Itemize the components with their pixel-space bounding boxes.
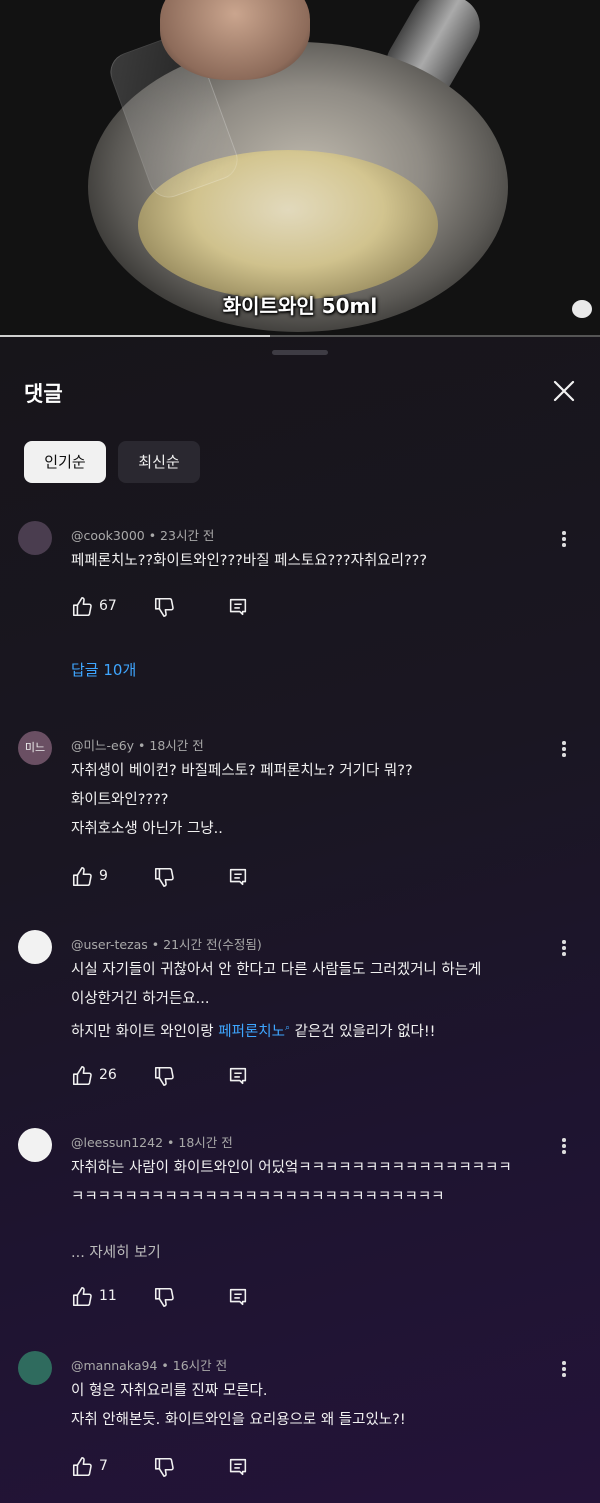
comment-time: 23시간 전 [160,528,215,543]
comment-line: 이 형은 자취요리를 진짜 모른다. [71,1383,268,1399]
video-caption: 화이트와인 50ml [222,294,378,318]
comment-author[interactable]: @mannaka94 [71,1358,157,1373]
comment-time: 18시간 전 [149,738,204,753]
avatar[interactable] [18,930,52,964]
like-count: 11 [99,1288,117,1304]
comment-meta: @cook3000 • 23시간 전 [71,528,215,543]
thumbs-down-icon[interactable] [153,1456,175,1478]
comment-meta: @mannaka94 • 16시간 전 [71,1358,228,1373]
comment-actions: 7 [71,1456,271,1480]
comment-author[interactable]: @미느-e6y [71,738,134,753]
comment-time: 16시간 전 [172,1358,228,1373]
thumbs-up-icon[interactable] [71,1065,93,1087]
comment-author[interactable]: @user-tezas [71,937,148,952]
comment-line: 이상한거긴 하거든요... [71,991,210,1007]
more-vert-icon[interactable] [556,1359,572,1379]
comment-time: 21시간 전(수정됨) [163,937,262,952]
read-more-link[interactable]: ... 자세히 보기 [71,1241,161,1262]
more-vert-icon[interactable] [556,938,572,958]
avatar[interactable]: 미느 [18,731,52,765]
avatar[interactable] [18,1128,52,1162]
comment-author[interactable]: @leessun1242 [71,1135,163,1150]
comment-text: 같은건 있을리가 없다!! [289,1023,436,1040]
comment-author[interactable]: @cook3000 [71,528,145,543]
thumbs-down-icon[interactable] [153,866,175,888]
sheet-drag-handle[interactable] [272,350,328,355]
comments-title: 댓글 [24,382,63,406]
more-vert-icon[interactable] [556,739,572,759]
reply-icon[interactable] [227,596,249,618]
comment-line: 자취호소생 아닌가 그냥.. [71,821,223,837]
search-link[interactable]: 페퍼론치노 [218,1024,285,1040]
thumbs-down-icon[interactable] [153,1065,175,1087]
comment-line: 자취생이 베이컨? 바질페스토? 페퍼론치노? 거기다 뭐?? [71,763,413,779]
close-icon[interactable] [550,377,578,405]
like-count: 67 [99,598,117,614]
reply-icon[interactable] [227,1286,249,1308]
more-vert-icon[interactable] [556,529,572,549]
comments-sheet: 댓글 인기순 최신순 @cook3000 • 23시간 전 페페론치노??화이트… [0,337,600,1503]
comment-line: 화이트와인???? [71,792,169,808]
reply-icon[interactable] [227,1065,249,1087]
reply-icon[interactable] [227,866,249,888]
comment-line: 자취 안해본듯. 화이트와인을 요리용으로 왜 들고있노?! [71,1412,406,1428]
thumbs-down-icon[interactable] [153,1286,175,1308]
thumbs-up-icon[interactable] [71,1456,93,1478]
comment-line: 시실 자기들이 귀찮아서 안 한다고 다른 사람들도 그러겠거니 하는게 [71,962,482,978]
sort-chip-newest[interactable]: 최신순 [118,441,200,483]
comment-line: ㅋㅋㅋㅋㅋㅋㅋㅋㅋㅋㅋㅋㅋㅋㅋㅋㅋㅋㅋㅋㅋㅋㅋㅋㅋㅋㅋㅋ [71,1189,445,1205]
avatar[interactable] [18,521,52,555]
comment-line: 자취하는 사람이 화이트와인이 어딨엌ㅋㅋㅋㅋㅋㅋㅋㅋㅋㅋㅋㅋㅋㅋㅋㅋ [71,1160,512,1176]
like-count: 7 [99,1458,108,1474]
video-player[interactable]: 화이트와인 50ml [0,0,600,337]
comment-text: 하지만 화이트 와인이랑 [71,1023,219,1040]
view-replies-link[interactable]: 답글 10개 [71,659,136,680]
thumbs-up-icon[interactable] [71,596,93,618]
like-count: 26 [99,1067,117,1083]
thumbs-up-icon[interactable] [71,866,93,888]
comment-actions: 26 [71,1065,271,1089]
thumbs-down-icon[interactable] [153,596,175,618]
comment-meta: @미느-e6y • 18시간 전 [71,738,204,753]
sort-chip-top[interactable]: 인기순 [24,441,106,483]
comment-line: 하지만 화이트 와인이랑 페퍼론치노⌕ 같은건 있을리가 없다!! [71,1014,436,1047]
comment-time: 18시간 전 [178,1135,233,1150]
avatar[interactable] [18,1351,52,1385]
comment-actions: 9 [71,866,271,890]
reply-icon[interactable] [227,1456,249,1478]
comment-meta: @leessun1242 • 18시간 전 [71,1135,233,1150]
comment-actions: 11 [71,1286,271,1310]
comment-line: 페페론치노??화이트와인???바질 페스토요???자취요리??? [71,553,428,569]
more-vert-icon[interactable] [556,1136,572,1156]
thumbs-up-icon[interactable] [71,1286,93,1308]
comment-actions: 67 [71,596,271,620]
channel-watermark-icon [572,300,592,318]
like-count: 9 [99,868,108,884]
comment-meta: @user-tezas • 21시간 전(수정됨) [71,937,262,952]
